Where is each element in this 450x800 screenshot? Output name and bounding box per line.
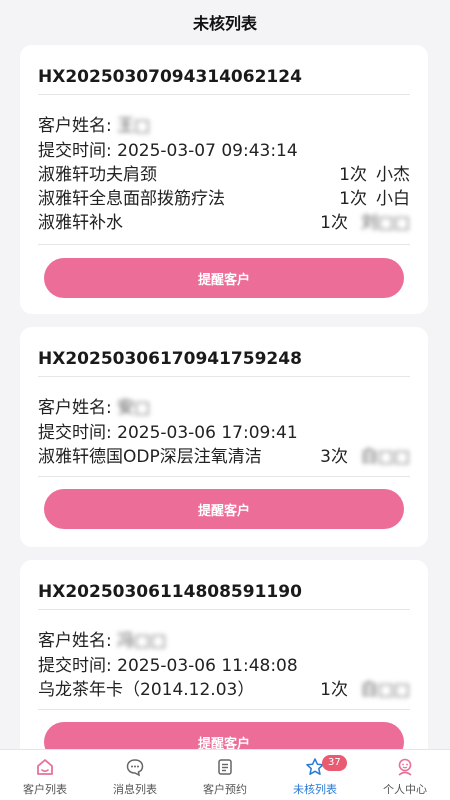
divider <box>38 94 410 95</box>
tab-label: 未核列表 <box>293 783 337 796</box>
tab-customer-list[interactable]: 客户列表 <box>0 750 90 800</box>
submit-time-label: 提交时间: <box>38 141 112 161</box>
service-staff: 小白 <box>376 189 410 209</box>
tab-customer-booking[interactable]: 客户预约 <box>180 750 270 800</box>
order-card: HX20250306170941759248 客户姓名: 安□ 提交时间: 20… <box>20 327 428 547</box>
message-icon <box>125 757 145 777</box>
submit-time-value: 2025-03-07 09:43:14 <box>117 141 298 161</box>
user-icon <box>395 757 415 777</box>
page-header: 未核列表 <box>0 0 450 44</box>
service-row: 乌龙茶年卡（2014.12.03） 1次 白□□ <box>38 675 410 700</box>
service-staff: 刘□□ <box>360 213 410 233</box>
customer-name-line: 客户姓名: 冯□□ <box>38 626 166 651</box>
service-name: 淑雅轩全息面部拨筋疗法 <box>38 189 225 209</box>
divider <box>38 709 410 710</box>
customer-name-value: 安□ <box>117 398 151 418</box>
service-staff: 白□□ <box>360 447 410 467</box>
remind-customer-button[interactable]: 提醒客户 <box>44 258 404 298</box>
service-row: 淑雅轩功夫肩颈 1次 小杰 <box>38 160 410 185</box>
divider <box>38 476 410 477</box>
customer-name-value: 王□ <box>117 116 151 136</box>
order-card: HX20250306114808591190 客户姓名: 冯□□ 提交时间: 2… <box>20 560 428 749</box>
remind-customer-button[interactable]: 提醒客户 <box>44 722 404 749</box>
order-number: HX20250306170941759248 <box>38 349 302 369</box>
order-number: HX20250307094314062124 <box>38 67 302 87</box>
service-row: 淑雅轩德国ODP深层注氧清洁 3次 白□□ <box>38 442 410 467</box>
order-list[interactable]: HX20250307094314062124 客户姓名: 王□ 提交时间: 20… <box>0 44 450 749</box>
service-count: 3次 <box>320 447 348 467</box>
service-count: 1次 <box>339 165 367 185</box>
tab-personal-center[interactable]: 个人中心 <box>360 750 450 800</box>
service-name: 淑雅轩功夫肩颈 <box>38 165 157 185</box>
submit-time-line: 提交时间: 2025-03-07 09:43:14 <box>38 136 298 161</box>
submit-time-value: 2025-03-06 17:09:41 <box>117 423 298 443</box>
service-row: 淑雅轩补水 1次 刘□□ <box>38 208 410 233</box>
service-row: 淑雅轩全息面部拨筋疗法 1次 小白 <box>38 184 410 209</box>
tab-message-list[interactable]: 消息列表 <box>90 750 180 800</box>
service-name: 淑雅轩补水 <box>38 213 123 233</box>
service-count: 1次 <box>320 680 348 700</box>
service-name: 淑雅轩德国ODP深层注氧清洁 <box>38 447 262 467</box>
order-card: HX20250307094314062124 客户姓名: 王□ 提交时间: 20… <box>20 45 428 314</box>
service-name: 乌龙茶年卡（2014.12.03） <box>38 680 255 700</box>
page-title: 未核列表 <box>192 14 257 33</box>
home-icon <box>35 757 55 777</box>
submit-time-line: 提交时间: 2025-03-06 17:09:41 <box>38 418 298 443</box>
submit-time-line: 提交时间: 2025-03-06 11:48:08 <box>38 651 298 676</box>
tab-label: 个人中心 <box>383 783 427 796</box>
customer-name-label: 客户姓名: <box>38 631 112 651</box>
tab-label: 客户列表 <box>23 783 67 796</box>
customer-name-line: 客户姓名: 安□ <box>38 393 150 418</box>
customer-name-label: 客户姓名: <box>38 116 112 136</box>
customer-name-label: 客户姓名: <box>38 398 112 418</box>
tab-label: 消息列表 <box>113 783 157 796</box>
customer-name-line: 客户姓名: 王□ <box>38 111 150 136</box>
tab-label: 客户预约 <box>203 783 247 796</box>
divider <box>38 376 410 377</box>
calendar-list-icon <box>215 757 235 777</box>
submit-time-label: 提交时间: <box>38 423 112 443</box>
customer-name-value: 冯□□ <box>117 631 167 651</box>
submit-time-value: 2025-03-06 11:48:08 <box>117 656 298 676</box>
bottom-tab-bar: 客户列表 消息列表 客户预约 37 未核列表 个人中心 <box>0 749 450 800</box>
order-number: HX20250306114808591190 <box>38 582 302 602</box>
tab-unverified-list[interactable]: 37 未核列表 <box>270 750 360 800</box>
service-staff: 白□□ <box>360 680 410 700</box>
remind-customer-button[interactable]: 提醒客户 <box>44 489 404 529</box>
unverified-count-badge: 37 <box>322 755 347 771</box>
submit-time-label: 提交时间: <box>38 656 112 676</box>
service-count: 1次 <box>320 213 348 233</box>
service-staff: 小杰 <box>376 165 410 185</box>
divider <box>38 244 410 245</box>
divider <box>38 609 410 610</box>
service-count: 1次 <box>339 189 367 209</box>
